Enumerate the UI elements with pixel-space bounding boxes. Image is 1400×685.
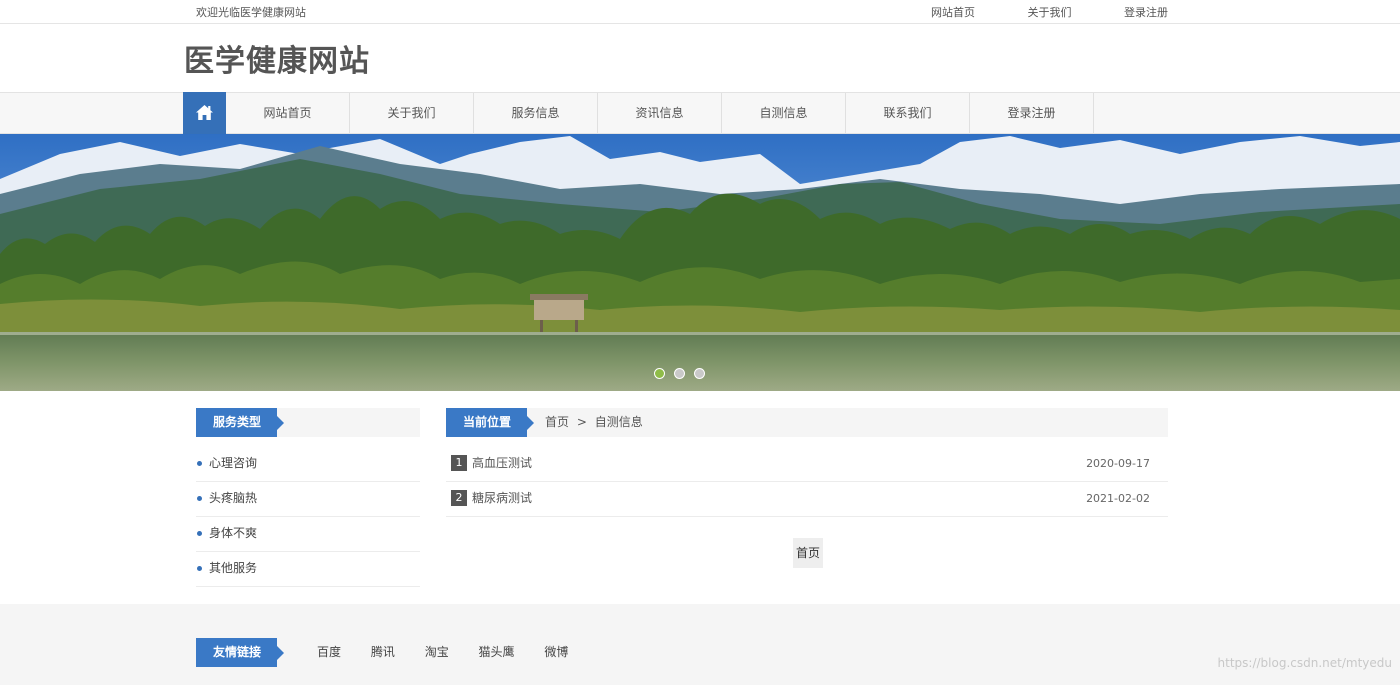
site-header: 医学健康网站 — [0, 24, 1400, 92]
breadcrumb-bar: 当前位置 首页 > 自测信息 — [446, 408, 1168, 437]
sidebar-item-label: 头疼脑热 — [209, 491, 258, 505]
item-title-link[interactable]: 高血压测试 — [472, 447, 532, 480]
banner-image — [0, 134, 1400, 391]
bullet-icon — [197, 566, 202, 571]
list-item: 2 糖尿病测试 2021-02-02 — [446, 482, 1168, 517]
slider-dot-3[interactable] — [694, 368, 705, 379]
breadcrumb-current: 自测信息 — [594, 415, 643, 429]
item-date: 2020-09-17 — [1086, 457, 1150, 470]
sidebar-item-other[interactable]: 其他服务 — [196, 552, 420, 587]
top-link-home[interactable]: 网站首页 — [931, 4, 975, 20]
item-date: 2021-02-02 — [1086, 492, 1150, 505]
top-links: 网站首页 关于我们 登录注册 — [931, 4, 1217, 20]
breadcrumb-separator: > — [576, 415, 587, 429]
sidebar-item-label: 其他服务 — [209, 561, 258, 575]
bullet-icon — [197, 461, 202, 466]
item-number: 2 — [451, 490, 467, 506]
sidebar-heading: 服务类型 — [196, 408, 284, 437]
friend-link-taobao[interactable]: 淘宝 — [425, 638, 449, 667]
item-number: 1 — [451, 455, 467, 471]
sidebar-item-psych[interactable]: 心理咨询 — [196, 447, 420, 482]
friend-link-weibo[interactable]: 微博 — [544, 638, 568, 667]
sidebar-item-unwell[interactable]: 身体不爽 — [196, 517, 420, 552]
friend-link-owl[interactable]: 猫头鹰 — [479, 638, 515, 667]
list-item: 1 高血压测试 2020-09-17 — [446, 447, 1168, 482]
nav-home-button[interactable] — [183, 92, 226, 134]
nav-item-about[interactable]: 关于我们 — [350, 93, 474, 133]
breadcrumb: 首页 > 自测信息 — [545, 408, 647, 437]
home-icon — [196, 105, 213, 120]
slider-dot-1[interactable] — [654, 368, 665, 379]
footer: 友情链接 百度 腾讯 淘宝 猫头鹰 微博 https://blog.csdn.n… — [0, 604, 1400, 685]
item-title-link[interactable]: 糖尿病测试 — [472, 482, 532, 515]
site-title[interactable]: 医学健康网站 — [184, 36, 370, 80]
banner-slider[interactable] — [0, 134, 1400, 391]
welcome-text: 欢迎光临医学健康网站 — [196, 6, 306, 19]
breadcrumb-home[interactable]: 首页 — [545, 415, 573, 429]
bullet-icon — [197, 531, 202, 536]
nav-item-home[interactable]: 网站首页 — [226, 93, 350, 133]
top-link-login[interactable]: 登录注册 — [1124, 4, 1168, 20]
pager-first-button[interactable]: 首页 — [793, 538, 823, 568]
service-type-list: 心理咨询 头疼脑热 身体不爽 其他服务 — [196, 447, 420, 587]
nav-item-services[interactable]: 服务信息 — [474, 93, 598, 133]
friend-links: 百度 腾讯 淘宝 猫头鹰 微博 — [317, 638, 594, 667]
self-test-list: 1 高血压测试 2020-09-17 2 糖尿病测试 2021-02-02 — [446, 447, 1168, 517]
bullet-icon — [197, 496, 202, 501]
location-label: 当前位置 — [446, 408, 534, 437]
footer-links-heading: 友情链接 — [196, 638, 284, 667]
friend-link-baidu[interactable]: 百度 — [317, 638, 341, 667]
top-link-about[interactable]: 关于我们 — [1028, 4, 1072, 20]
friend-link-tencent[interactable]: 腾讯 — [371, 638, 395, 667]
top-bar: 欢迎光临医学健康网站 网站首页 关于我们 登录注册 — [0, 0, 1400, 24]
slider-dots — [654, 368, 705, 379]
nav-item-news[interactable]: 资讯信息 — [598, 93, 722, 133]
slider-dot-2[interactable] — [674, 368, 685, 379]
nav-items: 网站首页 关于我们 服务信息 资讯信息 自测信息 联系我们 登录注册 — [226, 93, 1094, 133]
sidebar-item-label: 心理咨询 — [209, 456, 258, 470]
main-nav: 网站首页 关于我们 服务信息 资讯信息 自测信息 联系我们 登录注册 — [0, 92, 1400, 134]
nav-item-self-test[interactable]: 自测信息 — [722, 93, 846, 133]
sidebar-item-headache[interactable]: 头疼脑热 — [196, 482, 420, 517]
nav-item-login[interactable]: 登录注册 — [970, 93, 1094, 133]
sidebar-item-label: 身体不爽 — [209, 526, 258, 540]
nav-item-contact[interactable]: 联系我们 — [846, 93, 970, 133]
sidebar-header: 服务类型 — [196, 408, 420, 437]
watermark-text: https://blog.csdn.net/mtyedu — [1217, 656, 1392, 670]
